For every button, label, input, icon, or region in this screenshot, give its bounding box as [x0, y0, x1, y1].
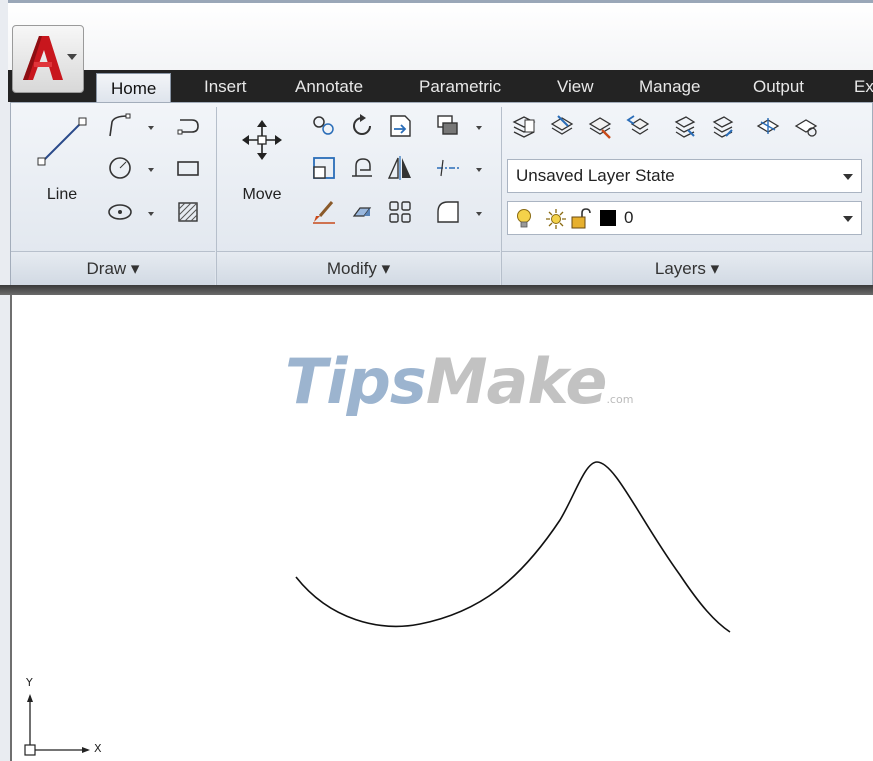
drawing-layer	[24, 461, 731, 756]
ucs-x-label: X	[94, 742, 102, 755]
ucs-icon	[24, 694, 90, 756]
application-menu-button[interactable]	[12, 25, 84, 93]
chevron-down-icon	[67, 54, 77, 60]
ucs-y-label: Y	[26, 676, 33, 689]
autocad-logo-icon	[23, 36, 63, 80]
drawn-curve[interactable]	[295, 461, 731, 633]
